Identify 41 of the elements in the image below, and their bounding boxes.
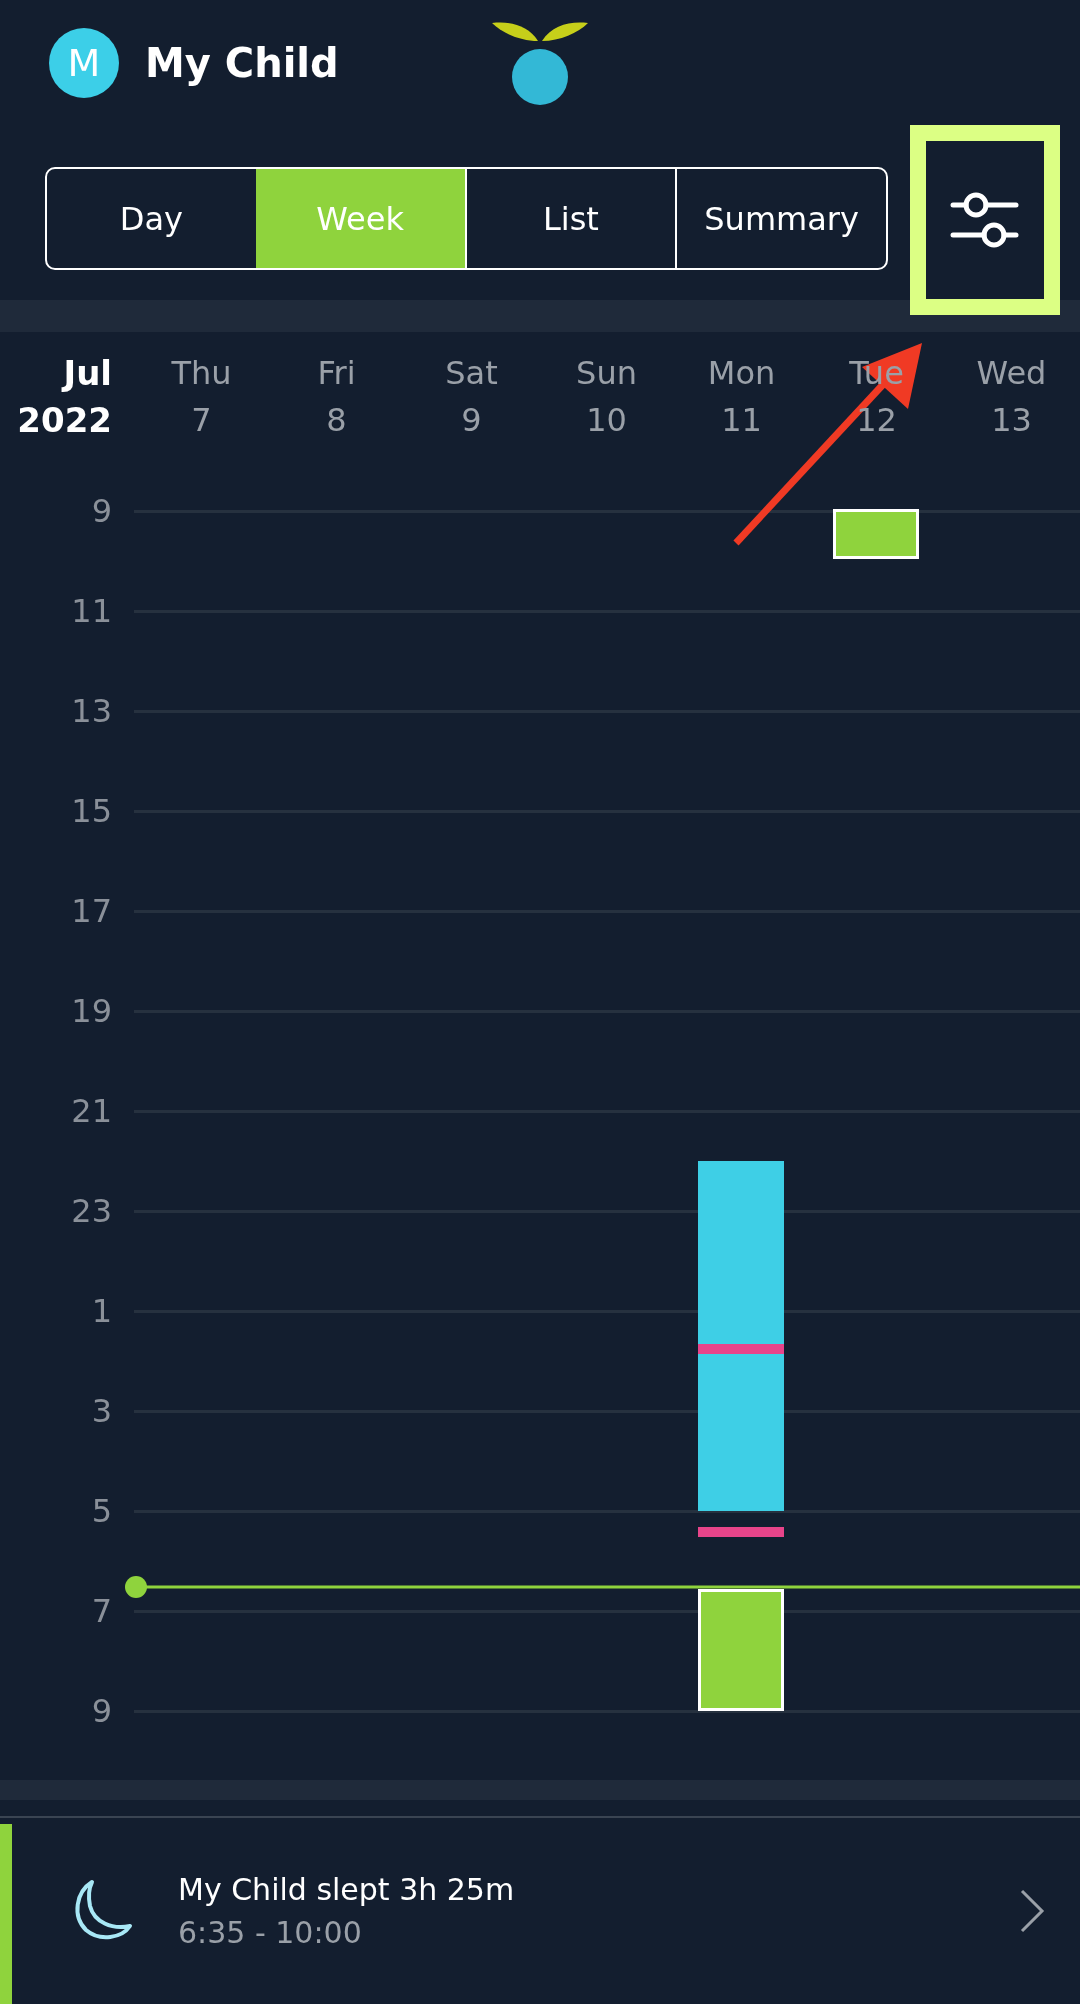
weekday-label: Sun	[576, 352, 637, 394]
date-label: 12	[856, 399, 897, 441]
wake-marker[interactable]	[698, 1344, 784, 1354]
weekday-label: Fri	[317, 352, 356, 394]
sleep-block[interactable]	[698, 1161, 784, 1511]
weekday-label: Wed	[976, 352, 1047, 394]
hour-label: 1	[90, 1292, 112, 1330]
view-tab[interactable]: Day	[47, 169, 256, 268]
selected-sleep-block[interactable]	[698, 1589, 784, 1711]
date-label: 11	[721, 399, 762, 441]
wake-marker[interactable]	[698, 1527, 784, 1537]
sleep-summary-card[interactable]: My Child slept 3h 25m 6:35 - 10:00	[0, 1816, 1080, 2004]
date-label: 7	[191, 399, 212, 441]
date-label: 9	[461, 399, 482, 441]
view-tab[interactable]: List	[464, 169, 676, 268]
hour-label: 5	[90, 1492, 112, 1530]
summary-time: 6:35 - 10:00	[178, 1915, 363, 1950]
hour-label: 19	[70, 992, 112, 1030]
date-label: 13	[991, 399, 1032, 441]
hour-label: 7	[90, 1592, 112, 1630]
hour-label: 15	[70, 792, 112, 830]
view-tab[interactable]: Summary	[675, 169, 886, 268]
selected-sleep-block[interactable]	[833, 509, 919, 559]
hour-label: 3	[90, 1392, 112, 1430]
hour-label: 11	[70, 592, 112, 630]
year-label: 2022	[17, 398, 112, 442]
hour-label: 9	[90, 1692, 112, 1730]
weekday-label: Sat	[445, 352, 498, 394]
hour-label: 9	[90, 492, 112, 530]
date-label: 8	[326, 399, 347, 441]
child-name: My Child	[145, 39, 339, 86]
hour-label: 13	[70, 692, 112, 730]
month-label: Jul	[63, 351, 112, 395]
hour-label: 23	[70, 1192, 112, 1230]
hour-label: 17	[70, 892, 112, 930]
weekday-label: Thu	[171, 352, 232, 394]
date-label: 10	[586, 399, 627, 441]
summary-title: My Child slept 3h 25m	[178, 1872, 516, 1907]
chevron-right-icon	[1018, 1887, 1046, 1935]
hour-label: 21	[70, 1092, 112, 1130]
weekday-label: Mon	[707, 352, 776, 394]
